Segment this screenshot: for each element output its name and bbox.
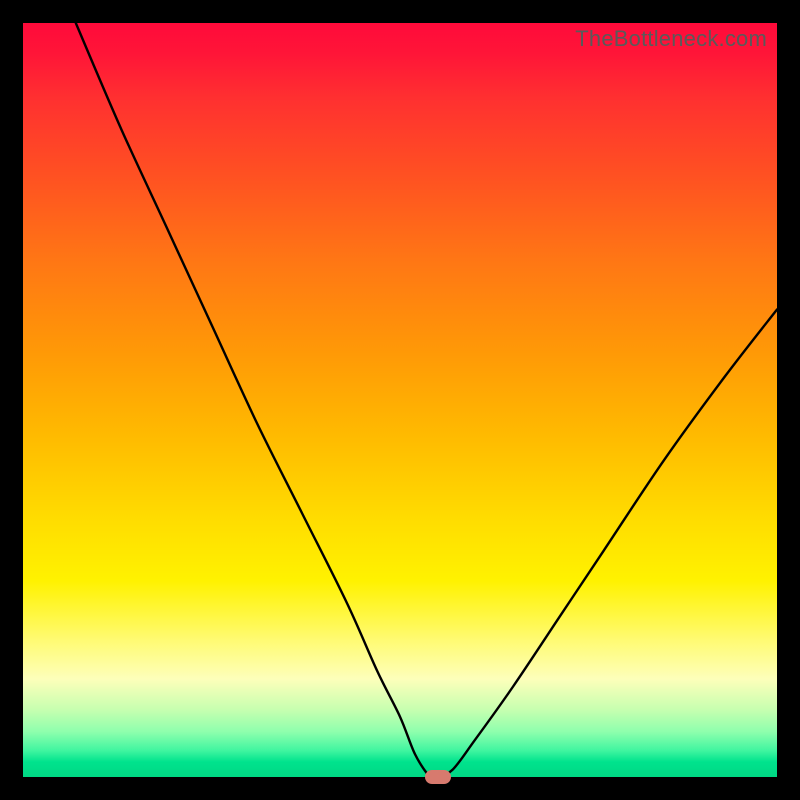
curve-path — [76, 23, 777, 779]
chart-frame: TheBottleneck.com — [0, 0, 800, 800]
plot-area: TheBottleneck.com — [23, 23, 777, 777]
optimal-marker — [425, 770, 451, 784]
bottleneck-curve — [23, 23, 777, 777]
